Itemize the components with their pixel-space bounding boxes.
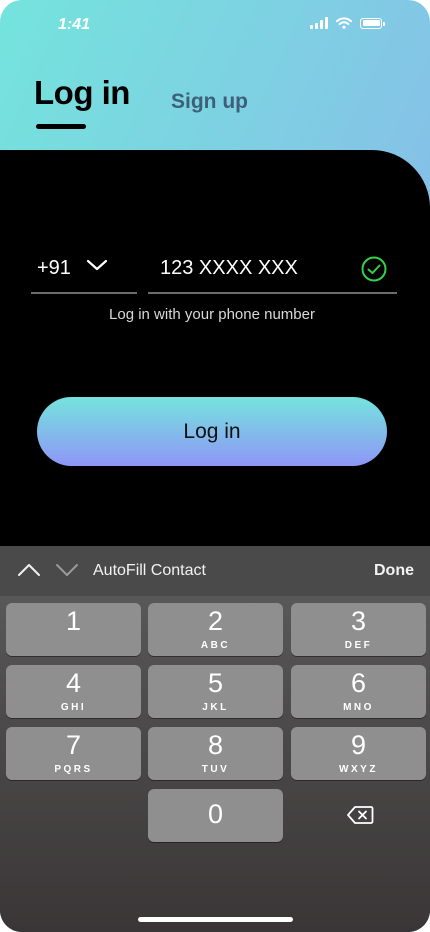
key-digit: 3 xyxy=(350,606,367,636)
key-digit: 7 xyxy=(65,730,82,760)
status-bar: 1:41 xyxy=(0,0,430,50)
key-letters: DEF xyxy=(344,640,373,651)
phone-hint-text: Log in with your phone number xyxy=(109,306,315,323)
done-button[interactable]: Done xyxy=(374,562,414,580)
tab-signup[interactable]: Sign up xyxy=(171,90,248,114)
key-7[interactable]: 7 PQRS xyxy=(6,727,141,780)
status-icons xyxy=(310,17,385,29)
key-2[interactable]: 2 ABC xyxy=(148,603,283,656)
country-code-selector[interactable]: +91 xyxy=(31,248,137,294)
key-digit: 1 xyxy=(65,606,82,636)
key-letters: GHI xyxy=(60,702,87,713)
wifi-icon xyxy=(336,17,352,29)
valid-check-icon xyxy=(361,256,387,282)
key-digit: 2 xyxy=(207,606,224,636)
keyboard-accessory-bar: AutoFill Contact Done xyxy=(0,546,430,596)
key-0[interactable]: 0 xyxy=(148,789,283,842)
key-digit: 0 xyxy=(207,799,224,829)
key-letters: PQRS xyxy=(54,764,93,775)
key-digit: 4 xyxy=(65,668,82,698)
phone-screen: 1:41 Log in Sign up +91 123 XXXX XXX Log… xyxy=(0,0,430,932)
key-digit: 9 xyxy=(350,730,367,760)
key-6[interactable]: 6 MNO xyxy=(291,665,426,718)
key-3[interactable]: 3 DEF xyxy=(291,603,426,656)
cellular-signal-icon xyxy=(310,17,328,29)
key-digit: 5 xyxy=(207,668,224,698)
home-indicator[interactable] xyxy=(138,917,293,922)
chevron-down-icon xyxy=(86,259,108,271)
key-9[interactable]: 9 WXYZ xyxy=(291,727,426,780)
autofill-contact-button[interactable]: AutoFill Contact xyxy=(93,562,206,580)
key-letters: TUV xyxy=(201,764,230,775)
key-letters: JKL xyxy=(202,702,229,713)
key-1[interactable]: 1 xyxy=(6,603,141,656)
delete-key[interactable] xyxy=(291,789,426,842)
active-tab-indicator xyxy=(36,124,86,129)
key-letters: MNO xyxy=(343,702,374,713)
tab-login[interactable]: Log in xyxy=(34,74,130,112)
numeric-keyboard: AutoFill Contact Done 1 2 ABC 3 DEF 4 GH… xyxy=(0,546,430,932)
chevron-up-icon[interactable] xyxy=(17,562,41,578)
key-digit: 8 xyxy=(207,730,224,760)
key-5[interactable]: 5 JKL xyxy=(148,665,283,718)
country-code-value: +91 xyxy=(37,257,71,279)
status-time: 1:41 xyxy=(58,16,91,33)
backspace-icon xyxy=(347,806,374,824)
key-letters: ABC xyxy=(200,640,231,651)
key-8[interactable]: 8 TUV xyxy=(148,727,283,780)
phone-number-input[interactable]: 123 XXXX XXX xyxy=(148,248,397,294)
battery-icon xyxy=(360,17,385,29)
key-letters: WXYZ xyxy=(339,764,378,775)
key-digit: 6 xyxy=(350,668,367,698)
phone-number-value: 123 XXXX XXX xyxy=(160,257,298,279)
key-4[interactable]: 4 GHI xyxy=(6,665,141,718)
login-button[interactable]: Log in xyxy=(37,397,387,466)
chevron-down-icon[interactable] xyxy=(55,562,79,578)
